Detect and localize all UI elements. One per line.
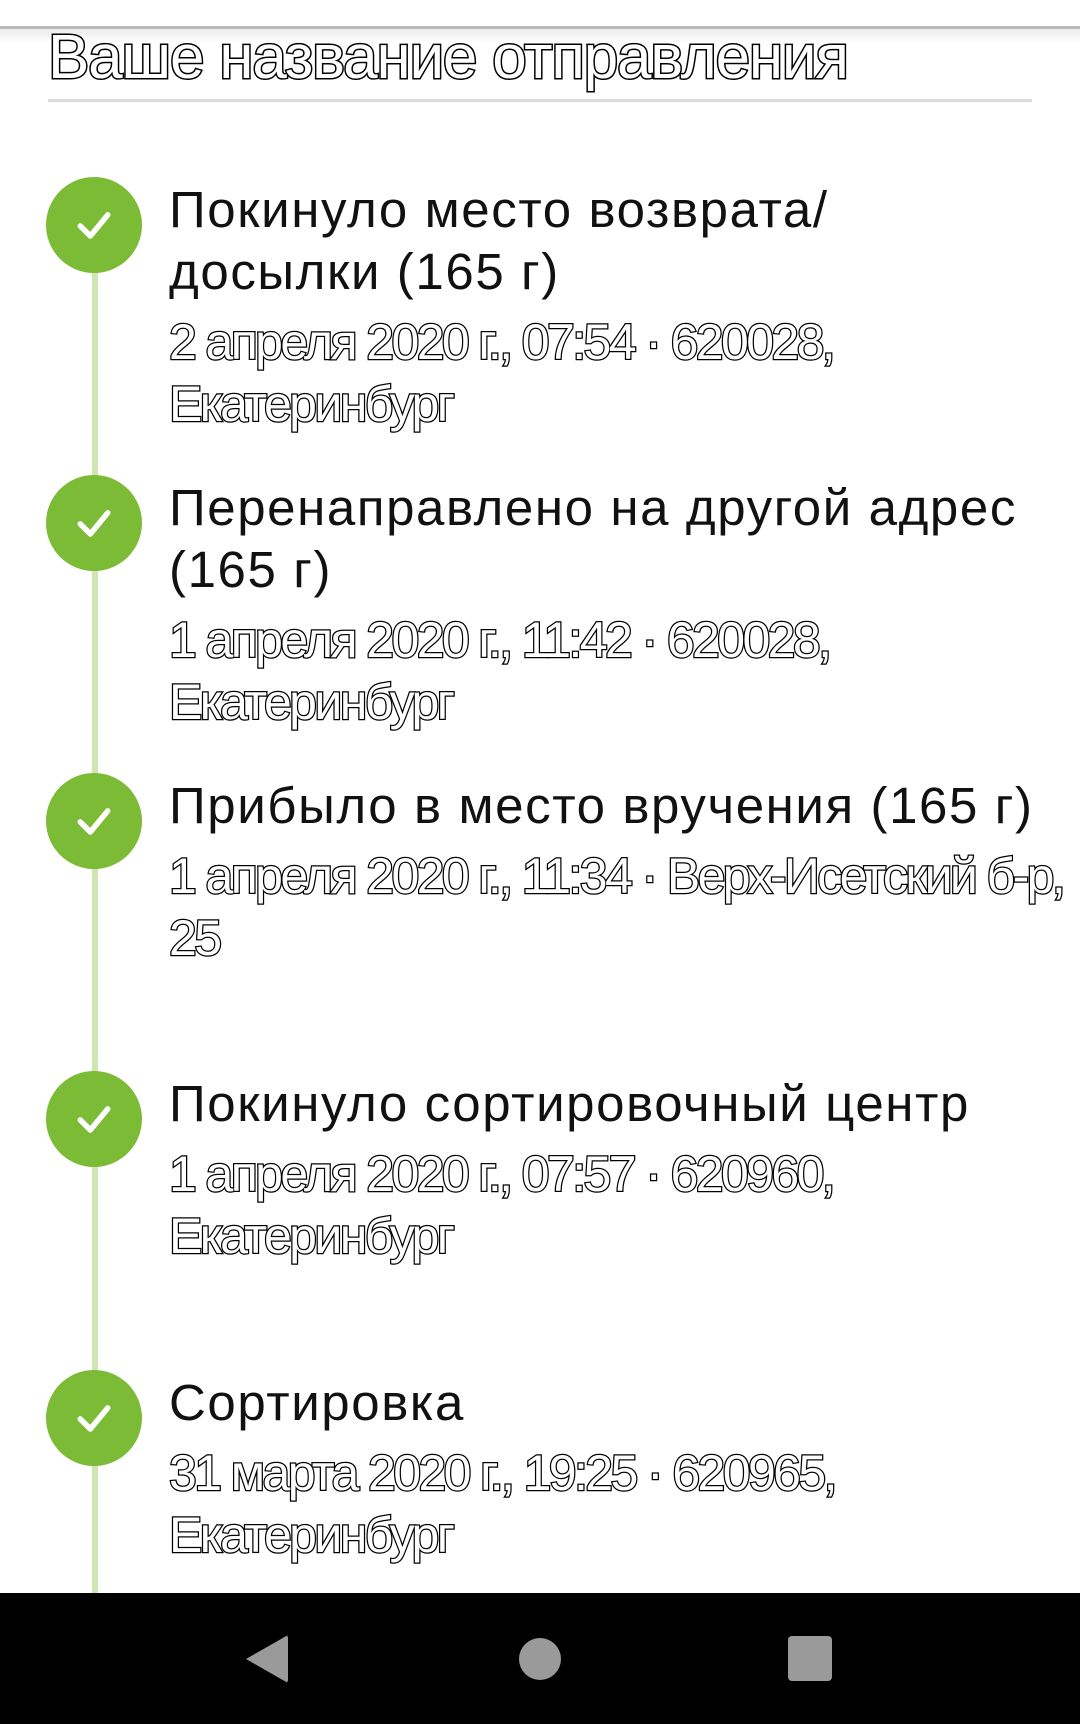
event-body: Перенаправлено на другой адрес (165 г) 1… xyxy=(168,477,1049,733)
check-icon xyxy=(77,808,111,835)
event-title: Покинуло место возврата/ досылки (165 г) xyxy=(169,181,829,300)
check-icon xyxy=(77,1106,111,1133)
event-body: Сортировка 31 марта 2020 г., 19:25 · 620… xyxy=(168,1372,1049,1566)
system-navigation-bar xyxy=(0,1593,1080,1724)
event-title: Перенаправлено на другой адрес (165 г) xyxy=(169,479,1017,598)
event-title: Покинуло сортировочный центр xyxy=(169,1075,970,1132)
event-date-location: 31 марта 2020 г., 19:25 · 620965, Екатер… xyxy=(168,1444,839,1565)
event-date-location: 1 апреля 2020 г., 11:34 · Верх-Исетский … xyxy=(168,847,1067,968)
event-title: Прибыло в место вручения (165 г) xyxy=(169,777,1034,834)
home-button[interactable] xyxy=(475,1593,605,1724)
event-title: Сортировка xyxy=(169,1374,465,1431)
status-done-badge xyxy=(46,1370,142,1466)
status-done-badge xyxy=(46,177,142,273)
event-date-location: 2 апреля 2020 г., 07:54 · 620028, Екатер… xyxy=(168,313,837,434)
check-icon xyxy=(77,1405,111,1432)
event-body: Прибыло в место вручения (165 г) 1 апрел… xyxy=(168,775,1067,969)
back-triangle-icon xyxy=(246,1634,288,1683)
status-done-badge xyxy=(46,773,142,869)
event-date-location: 1 апреля 2020 г., 11:42 · 620028, Екатер… xyxy=(168,611,834,732)
status-done-badge xyxy=(46,475,142,571)
recents-button[interactable] xyxy=(745,1593,875,1724)
tracking-timeline: Покинуло место возврата/ досылки (165 г)… xyxy=(0,0,1080,1593)
event-date-location: 1 апреля 2020 г., 07:57 · 620960, Екатер… xyxy=(168,1145,837,1266)
event-body: Покинуло сортировочный центр 1 апреля 20… xyxy=(168,1073,1049,1267)
check-icon xyxy=(77,212,111,239)
back-button[interactable] xyxy=(202,1593,332,1724)
home-circle-icon xyxy=(519,1637,561,1680)
recents-square-icon xyxy=(788,1636,832,1681)
check-icon xyxy=(77,510,111,537)
event-body: Покинуло место возврата/ досылки (165 г)… xyxy=(168,179,1049,435)
status-done-badge xyxy=(46,1071,142,1167)
